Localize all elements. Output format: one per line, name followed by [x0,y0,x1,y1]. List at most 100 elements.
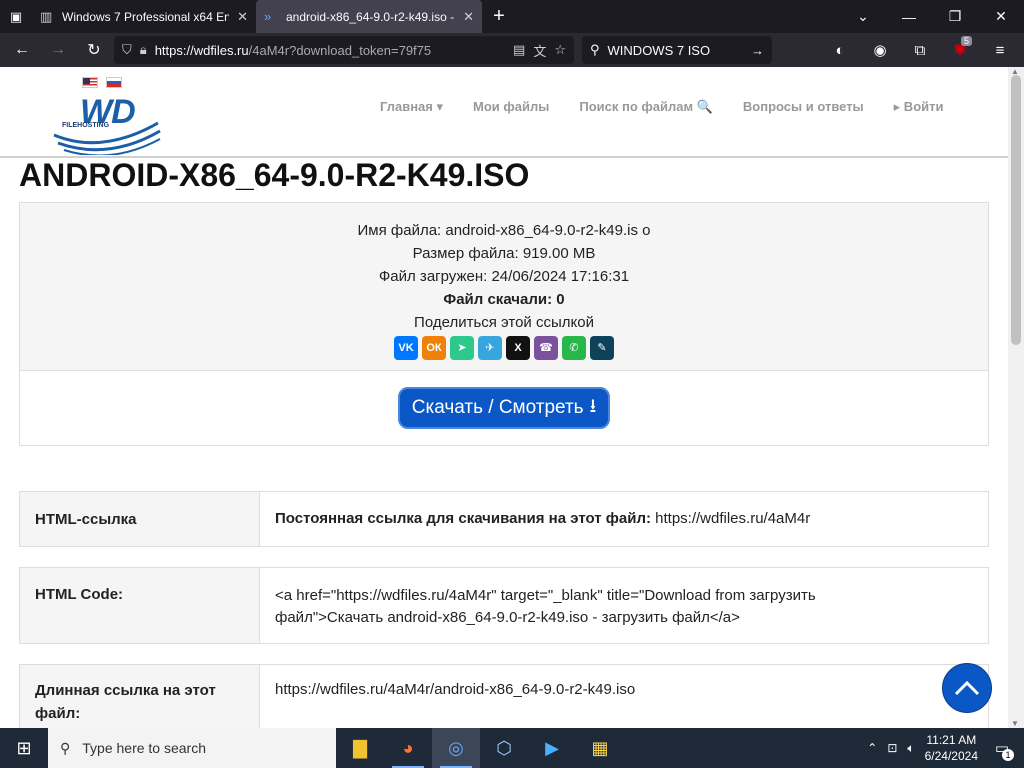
download-area: Скачать / Смотреть ⭳ [20,371,988,445]
list-all-tabs-icon[interactable]: ⌄ [840,8,886,25]
url-text[interactable]: https://wdfiles.ru/4aM4r?download_token=… [155,43,505,58]
nav-faq[interactable]: Вопросы и ответы [743,99,864,115]
download-icon: ⭳ [589,396,597,417]
remote-app-icon[interactable]: ▶ [528,728,576,768]
extensions-icon[interactable]: ⧉ [902,42,938,59]
download-button-label: Скачать / Смотреть [411,397,584,418]
language-flags [82,77,122,88]
restore-button[interactable]: ❐ [932,8,978,25]
minimize-button[interactable]: — [886,9,932,25]
tab-title: android-x86_64-9.0-r2-k49.iso - [286,9,455,24]
row-value[interactable]: Постоянная ссылка для скачивания на этот… [260,492,988,546]
site-nav: Главная ▾ Мои файлы Поиск по файлам 🔍 Во… [380,99,944,115]
volume-muted-icon[interactable]: 🔈︎ [907,741,914,756]
go-arrow-icon[interactable]: → [751,43,764,58]
file-explorer-icon[interactable]: ▇ [336,728,384,768]
network-icon[interactable]: ⊡ [887,741,897,755]
firefox-icon[interactable]: ◕ [384,728,432,768]
account-icon[interactable]: ◉ [862,41,898,59]
close-tab-icon[interactable]: ✕ [237,9,248,25]
tab-title: Windows 7 Professional x64 Eng [62,9,230,24]
row-label: Длинная ссылка на этот файл: [20,665,260,728]
nav-login[interactable]: ▸ Войти [894,99,944,115]
scroll-down-icon[interactable]: ▼ [1011,719,1019,728]
lock-icon[interactable]: 🔒︎ [140,42,147,58]
windows-start-icon[interactable]: ⊞ [0,728,48,768]
shield-icon[interactable]: ⛉ [122,42,132,58]
store-icon[interactable]: ▦ [576,728,624,768]
forward-button[interactable]: → [42,36,74,64]
tab-android-iso[interactable]: » android-x86_64-9.0-r2-k49.iso - ✕ [256,0,482,33]
address-bar[interactable]: ⛉ 🔒︎ https://wdfiles.ru/4aM4r?download_t… [114,36,574,64]
row-label: HTML Code: [20,568,260,643]
tray-chevron-icon[interactable]: ⌃ [867,741,877,755]
html-link-row: HTML-ссылка Постоянная ссылка для скачив… [19,491,989,547]
html-code-row: HTML Code: <a href="https://wdfiles.ru/4… [19,567,989,644]
tab-list-icon[interactable]: ▣ [0,0,32,33]
share-livejournal-icon[interactable]: ✎ [590,336,614,360]
windows-taskbar: ⊞ ⚲ Type here to search ▇ ◕ ◎ ⬡ ▶ ▦ ⌃ ⊡ … [0,728,1024,768]
share-telegram-icon[interactable]: ✈ [478,336,502,360]
close-window-button[interactable]: ✕ [978,8,1024,25]
vpn-icon[interactable]: ◐ [822,42,858,59]
download-button[interactable]: Скачать / Смотреть ⭳ [397,387,611,429]
share-whatsapp-icon[interactable]: ✆ [562,336,586,360]
menu-icon[interactable]: ≡ [982,42,1018,59]
scroll-to-top-button[interactable] [942,663,992,713]
reload-button[interactable]: ↻ [78,36,110,64]
share-label: Поделиться этой ссылкой [414,314,594,331]
chevrons-icon: » [264,9,272,24]
row-value[interactable]: <a href="https://wdfiles.ru/4aM4r" targe… [260,568,988,643]
ublock-icon[interactable]: ⛊ 5 [942,35,978,59]
library-icon: ▥ [40,8,53,24]
clock[interactable]: 11:21 AM 6/24/2024 [925,732,978,764]
tab-windows7[interactable]: ▥ Windows 7 Professional x64 Eng ✕ [32,0,256,33]
notifications-icon[interactable]: ▭ 1 [988,739,1016,761]
site-logo[interactable]: WD FILEHOSTING [52,93,162,155]
browser-app-icon[interactable]: ◎ [432,728,480,768]
close-tab-icon[interactable]: ✕ [463,9,474,25]
upload-date: Файл загружен: 24/06/2024 17:16:31 [378,268,630,285]
new-tab-button[interactable]: + [482,5,516,28]
system-tray: ⌃ ⊡ 🔈︎ 11:21 AM 6/24/2024 ▭ 1 [867,732,1024,764]
bookmark-star-icon[interactable]: ☆ [554,42,566,58]
file-details: Имя файла: android-x86_64-9.0-r2-k49.is … [20,203,988,371]
search-query[interactable]: WINDOWS 7 ISO [608,43,743,58]
file-name: Имя файла: android-x86_64-9.0-r2-k49.is … [357,222,651,239]
page-title: ANDROID-X86_64-9.0-R2-K49.ISO [19,157,530,193]
row-label: HTML-ссылка [20,492,260,546]
scrollbar-thumb[interactable] [1011,75,1021,345]
search-icon: ⚲ [590,42,600,57]
logo-subtext: FILEHOSTING [62,122,110,129]
nav-file-search[interactable]: Поиск по файлам 🔍 [579,99,713,115]
share-ok-icon[interactable]: ОК [422,336,446,360]
russian-flag-icon[interactable] [106,77,122,88]
notification-count: 1 [1002,749,1014,761]
nav-my-files[interactable]: Мои файлы [473,99,549,115]
browser-tab-bar: ▣ ▥ Windows 7 Professional x64 Eng ✕ » a… [0,0,1024,33]
share-messenger-icon[interactable]: ➤ [450,336,474,360]
share-x-icon[interactable]: X [506,336,530,360]
row-value[interactable]: https://wdfiles.ru/4aM4r/android-x86_64-… [260,665,988,728]
translate-icon[interactable]: 文 [533,41,546,60]
page-viewport: WD FILEHOSTING Главная ▾ Мои файлы Поиск… [0,67,1008,728]
file-size: Размер файла: 919.00 MB [412,245,596,262]
nav-home[interactable]: Главная ▾ [380,99,443,115]
long-link-row: Длинная ссылка на этот файл: https://wdfi… [19,664,989,728]
clock-date: 6/24/2024 [924,749,978,763]
share-viber-icon[interactable]: ☎ [534,336,558,360]
reader-view-icon[interactable]: ▤ [513,42,525,58]
share-buttons: VK ОК ➤ ✈ X ☎ ✆ ✎ [20,336,988,360]
back-button[interactable]: ← [6,36,38,64]
page-scrollbar[interactable]: ▲ ▼ [1008,67,1024,728]
search-icon: ⚲ [60,739,71,756]
search-bar[interactable]: ⚲ WINDOWS 7 ISO → [582,36,772,64]
taskbar-search-placeholder: Type here to search [82,740,207,756]
taskbar-search[interactable]: ⚲ Type here to search [48,728,336,768]
english-flag-icon[interactable] [82,77,98,88]
browser-toolbar: ← → ↻ ⛉ 🔒︎ https://wdfiles.ru/4aM4r?down… [0,33,1024,67]
virtualbox-icon[interactable]: ⬡ [480,728,528,768]
file-info-box: Имя файла: android-x86_64-9.0-r2-k49.is … [19,202,989,446]
site-header: WD FILEHOSTING Главная ▾ Мои файлы Поиск… [0,67,1008,158]
share-vk-icon[interactable]: VK [394,336,418,360]
